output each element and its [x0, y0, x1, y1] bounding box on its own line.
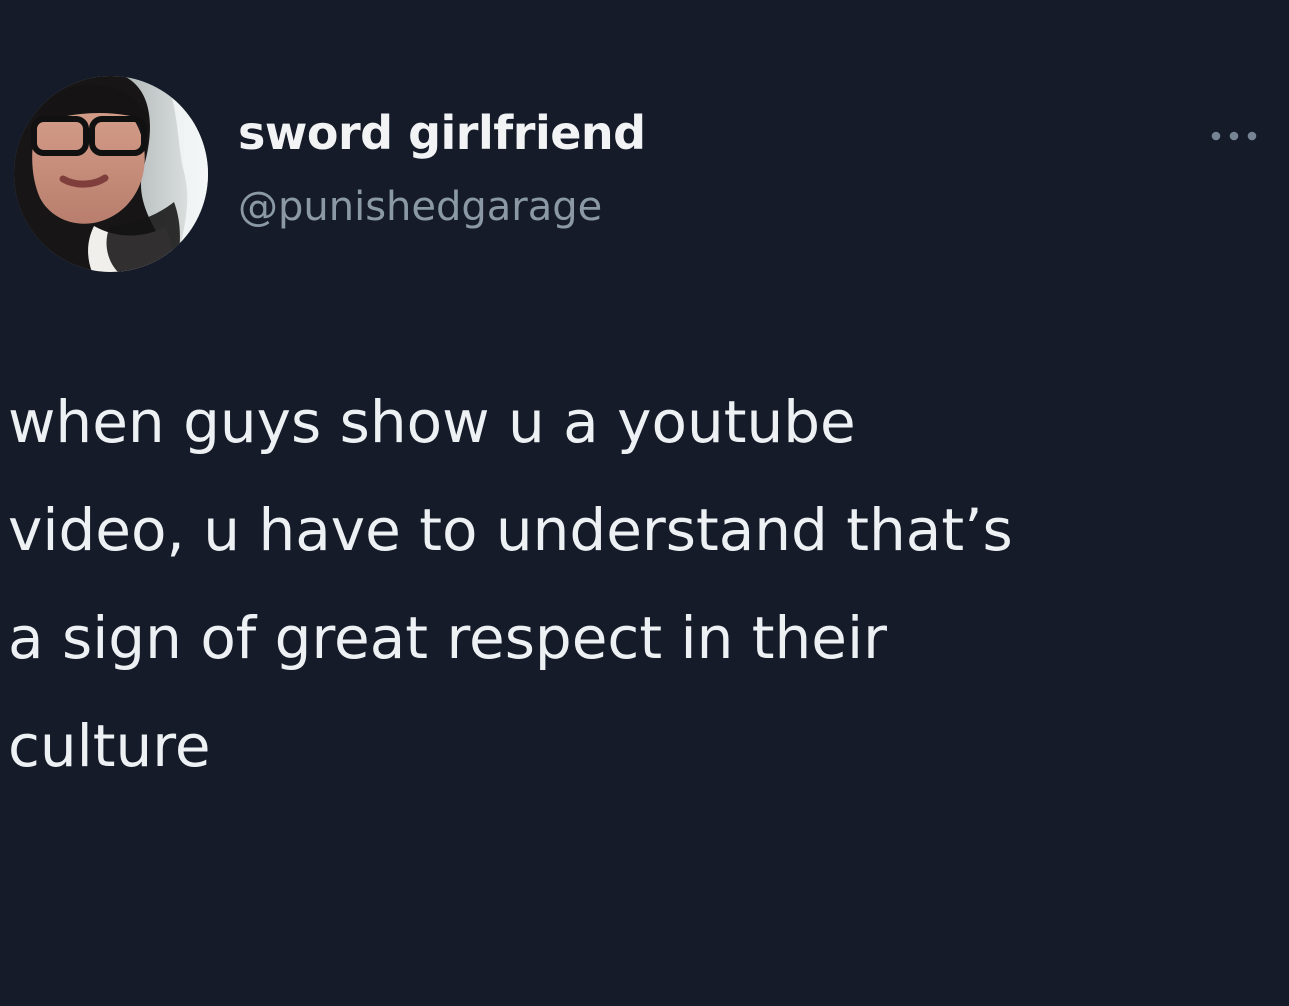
tweet-card: sword girlfriend @punishedgarage when gu…	[0, 0, 1289, 1006]
avatar-photo	[14, 76, 208, 272]
more-icon	[1211, 131, 1257, 141]
more-options-button[interactable]	[1202, 120, 1266, 152]
display-name[interactable]: sword girlfriend	[238, 106, 646, 160]
tweet-text: when guys show u a youtube video, u have…	[8, 388, 1013, 780]
username-handle[interactable]: @punishedgarage	[238, 184, 602, 230]
avatar[interactable]	[14, 76, 208, 272]
